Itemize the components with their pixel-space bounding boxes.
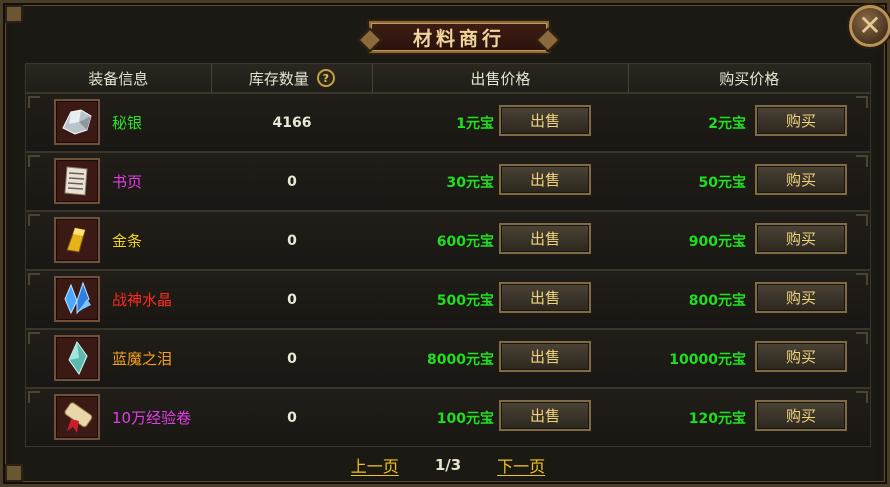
- sell-price: 600元宝: [436, 233, 494, 250]
- stock-count: 4166: [272, 114, 312, 131]
- table-row: 书页 0 30元宝 出售 50元宝 购买: [25, 152, 871, 211]
- buy-price: 120元宝: [688, 410, 746, 427]
- table-row: 战神水晶 0 500元宝 出售 800元宝 购买: [25, 270, 871, 329]
- table-row: 金条 0 600元宝 出售 900元宝 购买: [25, 211, 871, 270]
- item-name: 战神水晶: [112, 291, 173, 309]
- page-indicator: 1/3: [434, 456, 462, 474]
- item-name: 书页: [112, 173, 143, 191]
- title-plate: 材料商行: [369, 21, 549, 53]
- next-page-link[interactable]: 下一页: [497, 453, 545, 477]
- buy-price: 900元宝: [688, 233, 746, 250]
- close-icon: ✕: [858, 9, 882, 42]
- sell-price: 1元宝: [456, 115, 494, 132]
- table-row: 蓝魔之泪 0 8000元宝 出售 10000元宝 购买: [25, 329, 871, 388]
- buy-price: 50元宝: [698, 174, 746, 191]
- silver-ore-icon[interactable]: [54, 99, 100, 145]
- scroll-icon[interactable]: [54, 394, 100, 440]
- window-title: 材料商行: [412, 27, 505, 50]
- header-buy-price: 购买价格: [629, 64, 870, 92]
- item-name: 金条: [112, 232, 143, 250]
- stock-count: 0: [287, 350, 297, 367]
- pagination: 上一页 1/3 下一页: [25, 445, 871, 485]
- buy-button[interactable]: 购买: [755, 164, 847, 195]
- sell-button[interactable]: 出售: [499, 341, 591, 372]
- header-item-info-label: 装备信息: [88, 69, 149, 88]
- blue-crystal-icon[interactable]: [54, 276, 100, 322]
- book-page-icon[interactable]: [54, 158, 100, 204]
- item-name: 秘银: [112, 114, 143, 132]
- header-sell-price-label: 出售价格: [470, 69, 531, 88]
- header-buy-price-label: 购买价格: [719, 69, 780, 88]
- item-name: 10万经验卷: [112, 409, 192, 427]
- buy-price: 10000元宝: [669, 351, 746, 368]
- buy-price: 2元宝: [708, 115, 746, 132]
- item-name: 蓝魔之泪: [112, 350, 173, 368]
- sell-button[interactable]: 出售: [499, 282, 591, 313]
- buy-price: 800元宝: [688, 292, 746, 309]
- sell-price: 30元宝: [446, 174, 494, 191]
- frame-corner-ornament: [5, 5, 23, 23]
- sell-button[interactable]: 出售: [499, 223, 591, 254]
- buy-button[interactable]: 购买: [755, 400, 847, 431]
- sell-button[interactable]: 出售: [499, 164, 591, 195]
- stock-count: 0: [287, 232, 297, 249]
- header-sell-price: 出售价格: [373, 64, 629, 92]
- header-stock: 库存数量 ?: [212, 64, 374, 92]
- item-list: 秘银 4166 1元宝 出售 2元宝 购买 书页 0 30元宝 出售 50元宝: [25, 93, 871, 447]
- sell-price: 500元宝: [436, 292, 494, 309]
- shop-window: 材料商行 ✕ 装备信息 库存数量 ? 出售价格 购买价格 秘银 4166 1元宝…: [0, 0, 890, 487]
- buy-button[interactable]: 购买: [755, 105, 847, 136]
- stock-count: 0: [287, 291, 297, 308]
- buy-button[interactable]: 购买: [755, 223, 847, 254]
- table-header: 装备信息 库存数量 ? 出售价格 购买价格: [25, 63, 871, 93]
- close-button[interactable]: ✕: [849, 5, 890, 47]
- header-stock-label: 库存数量: [248, 69, 309, 88]
- table-row: 秘银 4166 1元宝 出售 2元宝 购买: [25, 93, 871, 152]
- teal-gem-icon[interactable]: [54, 335, 100, 381]
- sell-button[interactable]: 出售: [499, 105, 591, 136]
- sell-price: 8000元宝: [427, 351, 494, 368]
- buy-button[interactable]: 购买: [755, 341, 847, 372]
- gold-bar-icon[interactable]: [54, 217, 100, 263]
- header-item-info: 装备信息: [26, 64, 212, 92]
- frame-corner-ornament: [5, 464, 23, 482]
- stock-count: 0: [287, 409, 297, 426]
- sell-price: 100元宝: [436, 410, 494, 427]
- help-icon[interactable]: ?: [316, 69, 335, 87]
- buy-button[interactable]: 购买: [755, 282, 847, 313]
- prev-page-link[interactable]: 上一页: [351, 453, 399, 477]
- sell-button[interactable]: 出售: [499, 400, 591, 431]
- table-row: 10万经验卷 0 100元宝 出售 120元宝 购买: [25, 388, 871, 447]
- stock-count: 0: [287, 173, 297, 190]
